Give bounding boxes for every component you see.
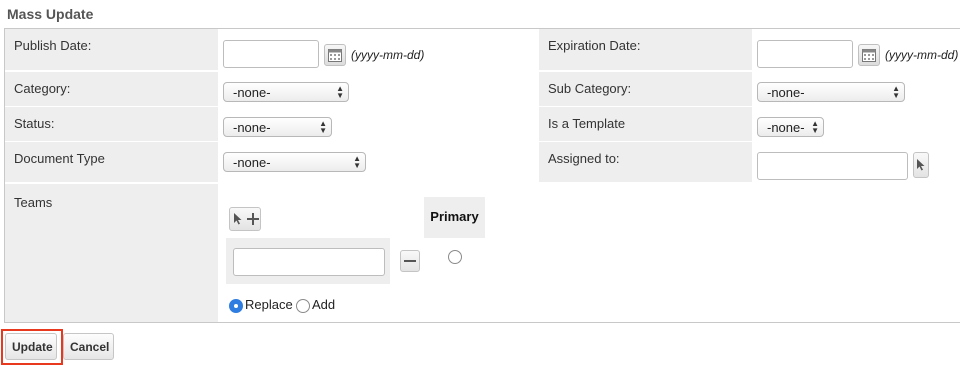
is-template-label: Is a Template (539, 107, 752, 141)
calendar-icon (862, 49, 876, 62)
sub-category-selected-value: -none- (767, 85, 805, 100)
publish-date-input[interactable] (223, 40, 319, 68)
teams-toolbar (229, 207, 261, 231)
plus-icon[interactable] (247, 213, 259, 225)
status-selected-value: -none- (233, 120, 271, 135)
category-selected-value: -none- (233, 85, 271, 100)
replace-radio[interactable] (229, 299, 243, 313)
status-select[interactable]: -none- ▲ ▼ (223, 117, 332, 137)
calendar-icon (328, 49, 342, 62)
document-type-selected-value: -none- (233, 155, 271, 170)
select-arrow-icon: ▲ ▼ (319, 119, 327, 135)
minus-icon (404, 260, 416, 262)
publish-date-label: Publish Date: (5, 29, 218, 70)
expiration-date-label: Expiration Date: (539, 29, 752, 70)
sub-category-label: Sub Category: (539, 72, 752, 106)
publish-date-format-hint: (yyyy-mm-dd) (351, 48, 425, 62)
update-button[interactable]: Update (5, 333, 57, 360)
assigned-to-input[interactable] (757, 152, 908, 180)
publish-date-calendar-button[interactable] (324, 44, 346, 66)
document-type-label: Document Type (5, 142, 218, 182)
assigned-to-select-button[interactable] (913, 152, 929, 178)
add-radio-label: Add (312, 297, 336, 312)
category-label: Category: (5, 72, 218, 106)
select-arrow-icon: ▲ ▼ (892, 84, 900, 100)
select-arrow-icon: ▲ ▼ (353, 154, 361, 170)
expiration-date-format-hint: (yyyy-mm-dd) (885, 48, 959, 62)
select-arrow-icon: ▲ ▼ (811, 119, 819, 135)
add-radio[interactable] (296, 299, 310, 313)
pointer-icon (917, 159, 925, 171)
assigned-to-label: Assigned to: (539, 142, 752, 182)
pointer-icon[interactable] (233, 213, 243, 225)
remove-team-button[interactable] (400, 250, 420, 272)
cancel-button[interactable]: Cancel (63, 333, 114, 360)
is-template-selected-value: -none- (767, 120, 805, 135)
primary-team-radio[interactable] (448, 250, 462, 264)
teams-label: Teams (5, 184, 218, 322)
select-arrow-icon: ▲ ▼ (336, 84, 344, 100)
page-title: Mass Update (7, 6, 94, 22)
team-name-input[interactable] (233, 248, 385, 276)
status-label: Status: (5, 107, 218, 141)
replace-radio-label: Replace (245, 297, 293, 312)
category-select[interactable]: -none- ▲ ▼ (223, 82, 349, 102)
document-type-select[interactable]: -none- ▲ ▼ (223, 152, 366, 172)
expiration-date-input[interactable] (757, 40, 853, 68)
primary-column-header: Primary (424, 197, 485, 238)
expiration-date-calendar-button[interactable] (858, 44, 880, 66)
is-template-select[interactable]: -none- ▲ ▼ (757, 117, 824, 137)
sub-category-select[interactable]: -none- ▲ ▼ (757, 82, 905, 102)
